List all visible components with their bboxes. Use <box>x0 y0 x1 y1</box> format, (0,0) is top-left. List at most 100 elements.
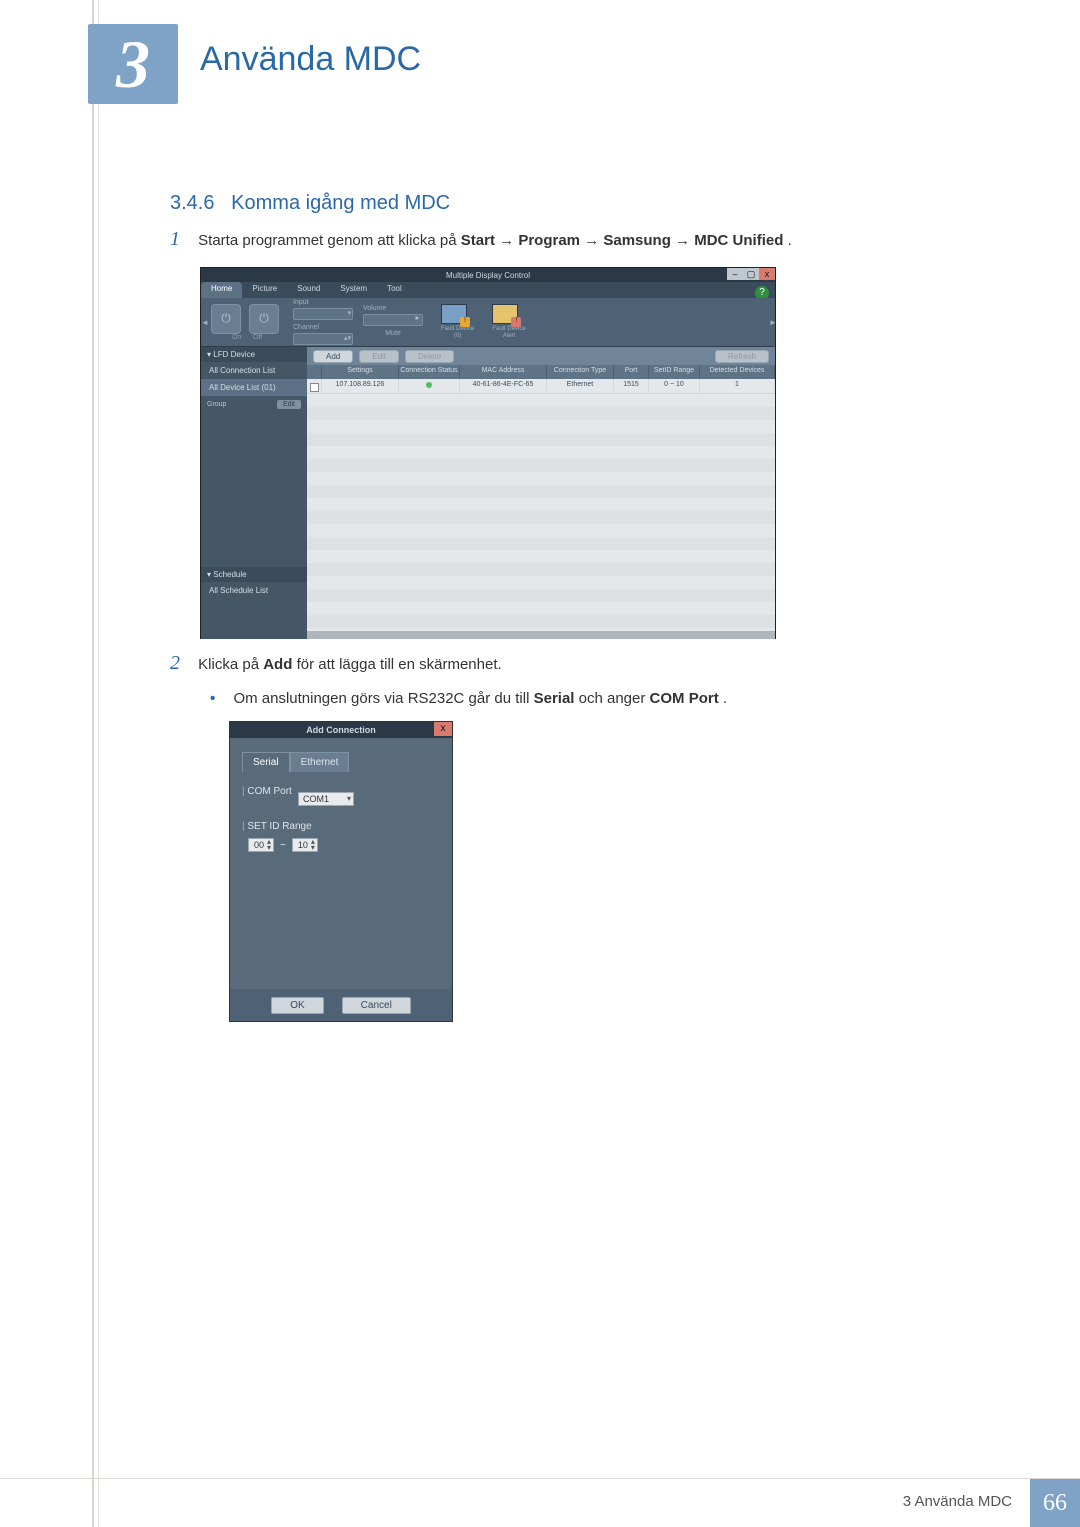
row-conn-type: Ethernet <box>547 379 614 393</box>
section-number: 3.4.6 <box>170 192 214 214</box>
row-mac: 40-61-86-4E-FC-65 <box>460 379 547 393</box>
sidebar-all-connection[interactable]: All Connection List <box>201 362 307 379</box>
chapter-title: Använda MDC <box>200 40 421 79</box>
comport-dropdown[interactable]: COM1 ▾ <box>298 792 354 806</box>
arrow-3: → <box>675 232 694 249</box>
step-1-bold-program: Program <box>518 232 580 249</box>
chapter-number: 3 <box>116 25 150 104</box>
close-button[interactable]: x <box>759 268 775 280</box>
sidebar-group-row: Group Edit <box>201 396 307 413</box>
maximize-button[interactable]: ▢ <box>743 268 759 280</box>
main-panel: Add Edit Delete Refresh Settings Connect… <box>307 347 775 639</box>
tab-system[interactable]: System <box>330 282 377 298</box>
dialog-titlebar: Add Connection x <box>230 722 452 738</box>
edit-button[interactable]: Edit <box>359 350 399 363</box>
row-settings: 107.108.89.126 <box>322 379 399 393</box>
tab-tool[interactable]: Tool <box>377 282 412 298</box>
sidebar-spacer <box>201 413 307 567</box>
refresh-button[interactable]: Refresh <box>715 350 769 363</box>
step-2-number: 2 <box>170 652 180 674</box>
left-gutter <box>0 0 100 1527</box>
step-2-bold-add: Add <box>263 656 292 673</box>
scroll-right-icon[interactable]: ► <box>769 318 775 327</box>
row-detected: 1 <box>700 379 775 393</box>
power-off-icon[interactable]: ⏻ <box>249 304 279 334</box>
window-buttons: – ▢ x <box>727 268 775 280</box>
gutter-divider-light <box>98 0 99 1527</box>
screenshot-main-window: Multiple Display Control – ▢ x Home Pict… <box>200 267 776 639</box>
fault-device-alert[interactable]: ! Fault Device Alert <box>492 304 525 340</box>
volume-slider[interactable]: ► <box>363 314 423 326</box>
step-1-bold-start: Start <box>461 232 495 249</box>
table-header: Settings Connection Status MAC Address C… <box>307 365 775 379</box>
tab-sound[interactable]: Sound <box>287 282 330 298</box>
row-setid: 0 ~ 10 <box>649 379 700 393</box>
warning-icon: ! <box>511 317 521 327</box>
chevron-down-icon: ▾ <box>347 794 351 803</box>
sidebar-all-device-list[interactable]: All Device List (01) <box>201 379 307 396</box>
warning-icon: ! <box>460 317 470 327</box>
screenshot-add-connection-dialog: Add Connection x Serial Ethernet COM Por… <box>229 721 453 1022</box>
comport-value: COM1 <box>303 794 329 804</box>
sidebar-lfd-header[interactable]: ▾ LFD Device <box>201 347 307 362</box>
range-from-value: 00 <box>251 840 267 850</box>
volume-label: Volume <box>363 305 423 312</box>
cancel-button[interactable]: Cancel <box>342 997 411 1014</box>
step-1: 1 Starta programmet genom att klicka på … <box>170 228 980 252</box>
stepper-arrows-icon: ▴▾ <box>311 839 315 851</box>
sidebar-schedule-header[interactable]: ▾ Schedule <box>201 567 307 582</box>
input-dropdown[interactable]: ▾ <box>293 308 353 320</box>
add-button[interactable]: Add <box>313 350 353 363</box>
main-body: ▾ LFD Device All Connection List All Dev… <box>201 347 775 639</box>
tab-home[interactable]: Home <box>201 282 242 298</box>
comport-field: COM Port COM1 ▾ <box>242 786 440 807</box>
alert-icon: ! <box>492 304 518 324</box>
sidebar-group-label: Group <box>207 401 226 408</box>
th-port: Port <box>614 365 649 379</box>
delete-button[interactable]: Delete <box>405 350 454 363</box>
arrow-2: → <box>584 232 603 249</box>
step-2-pre: Klicka på <box>198 656 263 673</box>
range-from-stepper[interactable]: 00 ▴▾ <box>248 838 274 852</box>
horizontal-scrollbar[interactable] <box>307 631 775 639</box>
setid-range-row: 00 ▴▾ ~ 10 ▴▾ <box>248 838 440 852</box>
sidebar-group-edit-button[interactable]: Edit <box>277 400 301 409</box>
power-on-icon[interactable]: ⏻ <box>211 304 241 334</box>
setid-label: SET ID Range <box>242 821 440 832</box>
dialog-close-button[interactable]: x <box>434 722 452 736</box>
fault-device-0[interactable]: ! Fault Device (0) <box>441 304 474 340</box>
tab-picture[interactable]: Picture <box>242 282 287 298</box>
page-number: 66 <box>1030 1479 1080 1527</box>
fault1-label2: Alert <box>492 333 525 340</box>
row-connection-status <box>399 379 460 393</box>
row-checkbox[interactable] <box>307 379 322 393</box>
step-1-period: . <box>788 232 792 249</box>
channel-stepper[interactable]: ▴▾ <box>293 333 353 345</box>
off-label: Off <box>253 334 262 341</box>
step-1-bold-samsung: Samsung <box>603 232 671 249</box>
bullet-bold-comport: COM Port <box>650 690 719 707</box>
range-separator: ~ <box>280 840 286 851</box>
range-to-stepper[interactable]: 10 ▴▾ <box>292 838 318 852</box>
main-tabs: Home Picture Sound System Tool <box>201 282 775 298</box>
volume-field-group: Volume ► Mute <box>363 305 423 339</box>
tab-serial[interactable]: Serial <box>242 752 290 772</box>
footer-text: 3 Använda MDC <box>903 1479 1030 1527</box>
status-led-icon <box>426 382 432 388</box>
arrow-1: → <box>499 232 518 249</box>
window-title: Multiple Display Control <box>446 271 530 280</box>
row-port: 1515 <box>614 379 649 393</box>
sidebar-all-schedule[interactable]: All Schedule List <box>201 582 307 599</box>
step-1-text-pre: Starta programmet genom att klicka på <box>198 232 461 249</box>
stepper-arrows-icon: ▴▾ <box>267 839 271 851</box>
table-row[interactable]: 107.108.89.126 40-61-86-4E-FC-65 Etherne… <box>307 379 775 394</box>
tab-ethernet[interactable]: Ethernet <box>290 752 350 772</box>
section-title: Komma igång med MDC <box>231 192 450 214</box>
th-settings: Settings <box>322 365 399 379</box>
th-connection-status: Connection Status <box>399 365 460 379</box>
toolbar: ◄ ⏻ ⏻ On Off Input ▾ Channel ▴▾ Volume ►… <box>201 298 775 347</box>
ok-button[interactable]: OK <box>271 997 323 1014</box>
minimize-button[interactable]: – <box>727 268 743 280</box>
step-1-number: 1 <box>170 228 180 250</box>
dialog-tabs: Serial Ethernet <box>242 752 440 772</box>
